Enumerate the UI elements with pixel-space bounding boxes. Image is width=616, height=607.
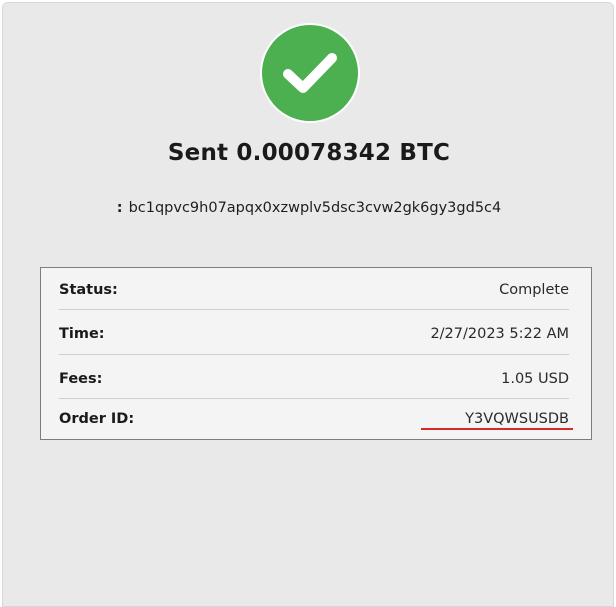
details-row-time: Time: 2/27/2023 5:22 AM [59, 312, 569, 356]
status-value: Complete [499, 282, 569, 298]
order-id-value: Y3VQWSUSDB [465, 411, 569, 427]
details-row-status: Status: Complete [59, 268, 569, 312]
fees-label: Fees: [59, 371, 103, 387]
transaction-confirmation-panel: Sent 0.00078342 BTC : bc1qpvc9h07apqx0xzw… [2, 2, 614, 607]
recipient-address-value: bc1qpvc9h07apqx0xzwplv5dsc3cvw2gk6gy3gd5… [128, 200, 502, 216]
order-id-underline-annotation [421, 428, 573, 430]
row-divider [59, 354, 569, 355]
order-id-label: Order ID: [59, 411, 135, 427]
transaction-details-table: Status: Complete Time: 2/27/2023 5:22 AM… [40, 267, 592, 440]
fees-value: 1.05 USD [501, 371, 569, 387]
status-label: Status: [59, 282, 118, 298]
checkmark-circle-icon [262, 25, 358, 121]
recipient-address-label: : [116, 200, 123, 216]
recipient-address: : bc1qpvc9h07apqx0xzwplv5dsc3cvw2gk6gy3gd… [3, 200, 615, 216]
sent-amount-title: Sent 0.00078342 BTC [167, 140, 451, 166]
details-row-fees: Fees: 1.05 USD [59, 357, 569, 401]
row-divider [59, 309, 569, 310]
checkmark-icon [283, 53, 337, 93]
time-value: 2/27/2023 5:22 AM [430, 326, 569, 342]
time-label: Time: [59, 326, 105, 342]
details-row-order-id: Order ID: Y3VQWSUSDB [59, 399, 569, 439]
